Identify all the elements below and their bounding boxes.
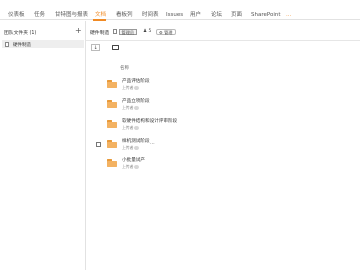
nav-tab-board[interactable]: 看板列 [116, 12, 133, 18]
folder-meta: 上传者 [122, 145, 140, 151]
library-name: 硬件制造 [90, 31, 110, 36]
avatar [134, 85, 140, 90]
folder-name[interactable]: 样机测试阶段 [122, 138, 150, 144]
nav-tab-pages[interactable]: 页面 [231, 12, 242, 18]
new-folder-button[interactable] [112, 45, 119, 50]
folder-name[interactable]: 软硬件结构和设计评审阶段 [122, 118, 177, 124]
nav-tab-tasks[interactable]: 任务 [34, 12, 45, 18]
manage-label: 管理 [164, 29, 173, 35]
folder-name[interactable]: 产品评估阶段 [122, 78, 150, 84]
members-count-value: 5 [148, 29, 152, 34]
sidebar-item-label: 硬件制造 [13, 42, 31, 48]
folder-name[interactable]: 产品立项阶段 [122, 98, 150, 104]
plus-icon[interactable]: + [75, 27, 82, 35]
sort-button[interactable]: ↓ [91, 44, 101, 51]
folder-icon [107, 140, 117, 148]
document-icon [5, 41, 9, 47]
avatar [134, 105, 140, 110]
avatar [134, 164, 140, 169]
nav-tab-forum[interactable]: 论坛 [211, 12, 222, 18]
list-item[interactable]: 产品立项阶段 上传者 [90, 97, 350, 113]
nav-tab-dashboard[interactable]: 仪表板 [8, 12, 25, 18]
folder-icon [107, 120, 117, 128]
team-folders-title: 团队文件夹 (1) [4, 31, 37, 36]
active-tab-indicator [93, 19, 106, 21]
folder-meta: 上传者 [122, 105, 140, 111]
folder-icon [107, 100, 117, 108]
nav-tab-timesheet[interactable]: 时间表 [142, 12, 159, 18]
list-item[interactable]: 软硬件结构和设计评审阶段 上传者 [90, 117, 350, 133]
avatar [134, 125, 140, 130]
divider [86, 40, 360, 41]
folder-meta: 上传者 [122, 85, 140, 91]
folder-icon [107, 159, 117, 167]
nav-tab-documents[interactable]: 文档 [95, 12, 106, 18]
folder-meta: 上传者 [122, 164, 140, 170]
list-item[interactable]: 小批量试产 上传者 [90, 156, 350, 172]
sort-icon: ↓ [93, 45, 98, 51]
nav-tab-gantt-reports[interactable]: 甘特图与报表 [55, 12, 88, 18]
list-item[interactable]: 产品评估阶段 上传者 [90, 77, 350, 93]
folder-meta: 上传者 [122, 125, 140, 131]
folder-name[interactable]: 小批量试产 [122, 157, 145, 163]
nav-tab-users[interactable]: 用户 [190, 12, 201, 18]
list-item[interactable]: 样机测试阶段 上传者 ... [90, 137, 350, 153]
nav-more-button[interactable]: ... [286, 12, 291, 18]
nav-tab-issues[interactable]: Issues [166, 12, 183, 18]
people-icon: ♟ [143, 29, 148, 34]
manage-button[interactable]: ⚙ 管理 [156, 28, 176, 35]
folder-icon [107, 80, 117, 88]
folder-sidebar: 团队文件夹 (1) + 硬件制造 [0, 21, 86, 270]
nav-tab-sharepoint[interactable]: SharePoint [251, 12, 281, 18]
members-count[interactable]: ♟ 5 [143, 29, 151, 34]
document-icon [113, 29, 117, 34]
top-navigation: 仪表板 任务 甘特图与报表 文档 看板列 时间表 Issues 用户 论坛 页面… [0, 0, 360, 21]
gear-icon: ⚙ [159, 29, 163, 35]
row-checkbox[interactable] [96, 142, 101, 147]
more-options-button[interactable]: ... [150, 140, 155, 146]
avatar [134, 145, 140, 150]
column-header-name[interactable]: 名称 [120, 65, 129, 71]
sidebar-item-hardware[interactable]: 硬件制造 [2, 40, 84, 48]
role-badge: 管理员 [119, 28, 137, 35]
